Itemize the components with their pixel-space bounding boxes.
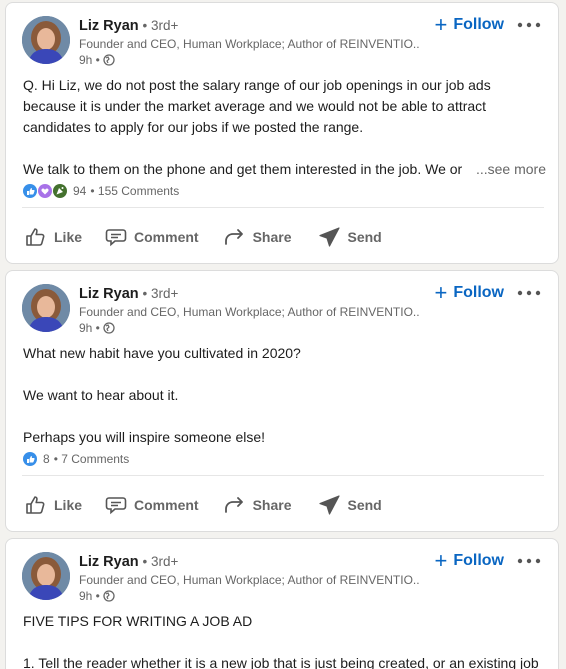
send-icon (318, 227, 340, 247)
post-header: Liz Ryan • 3rd+ Founder and CEO, Human W… (22, 12, 546, 68)
send-button[interactable]: Send (314, 222, 386, 252)
body-line (23, 632, 546, 653)
post-header: Liz Ryan • 3rd+ Founder and CEO, Human W… (22, 280, 546, 336)
author-name[interactable]: Liz Ryan (79, 554, 139, 570)
post-body: What new habit have you cultivated in 20… (23, 343, 546, 448)
more-options-icon[interactable] (516, 16, 542, 34)
share-icon (224, 229, 243, 245)
action-bar: Like Comment Share Send (20, 490, 544, 520)
body-line: What new habit have you cultivated in 20… (23, 345, 301, 361)
post-header: Liz Ryan • 3rd+ Founder and CEO, Human W… (22, 548, 546, 604)
globe-icon (103, 322, 115, 334)
globe-icon (103, 590, 115, 602)
body-line: candidates to apply for our jobs if we p… (23, 119, 364, 135)
post-body: FIVE TIPS FOR WRITING A JOB AD 1. Tell t… (23, 611, 546, 669)
body-line (23, 138, 546, 159)
comment-count[interactable]: • 155 Comments (90, 184, 179, 198)
post-card: Liz Ryan • 3rd+ Founder and CEO, Human W… (5, 538, 559, 669)
follow-button[interactable]: + Follow (434, 280, 504, 305)
support-icon (38, 184, 52, 198)
thumbs-up-icon (26, 496, 45, 514)
globe-icon (103, 54, 115, 66)
body-line: We want to hear about it. (23, 387, 179, 403)
post-card: Liz Ryan • 3rd+ Founder and CEO, Human W… (5, 270, 559, 532)
post-time: 9h • (79, 53, 100, 67)
like-icon (23, 452, 37, 466)
connection-degree: • 3rd+ (142, 286, 179, 301)
like-button[interactable]: Like (20, 222, 86, 252)
comment-count[interactable]: • 7 Comments (54, 452, 130, 466)
body-line: FIVE TIPS FOR WRITING A JOB AD (23, 613, 253, 629)
author-name[interactable]: Liz Ryan (79, 286, 139, 302)
comment-button[interactable]: Comment (100, 490, 203, 520)
connection-degree: • 3rd+ (142, 18, 179, 33)
body-line: 1. Tell the reader whether it is a new j… (23, 655, 539, 669)
comment-icon (105, 229, 127, 247)
author-headline: Founder and CEO, Human Workplace; Author… (79, 573, 419, 587)
divider (22, 475, 544, 476)
follow-button[interactable]: + Follow (434, 12, 504, 37)
plus-icon: + (434, 280, 448, 305)
share-button[interactable]: Share (219, 222, 296, 252)
plus-icon: + (434, 12, 448, 37)
author-name[interactable]: Liz Ryan (79, 18, 139, 34)
share-button[interactable]: Share (219, 490, 296, 520)
body-line: Q. Hi Liz, we do not post the salary ran… (23, 77, 491, 93)
share-icon (224, 497, 243, 513)
celebrate-icon (53, 184, 67, 198)
like-icon (23, 184, 37, 198)
follow-button[interactable]: + Follow (434, 548, 504, 573)
social-counts: 8 • 7 Comments (23, 448, 542, 470)
divider (22, 207, 544, 208)
body-line (23, 406, 546, 427)
body-line: Perhaps you will inspire someone else! (23, 429, 266, 445)
comment-icon (105, 497, 127, 515)
reaction-count[interactable]: 94 (73, 184, 86, 198)
send-icon (318, 495, 340, 515)
plus-icon: + (434, 548, 448, 573)
feed: Liz Ryan • 3rd+ Founder and CEO, Human W… (0, 0, 566, 669)
thumbs-up-icon (26, 228, 45, 246)
social-counts: 94 • 155 Comments (23, 180, 542, 202)
post-card: Liz Ryan • 3rd+ Founder and CEO, Human W… (5, 2, 559, 264)
connection-degree: • 3rd+ (142, 554, 179, 569)
comment-button[interactable]: Comment (100, 222, 203, 252)
reaction-count[interactable]: 8 (43, 452, 50, 466)
more-options-icon[interactable] (516, 552, 542, 570)
like-button[interactable]: Like (20, 490, 86, 520)
avatar[interactable] (22, 284, 70, 332)
send-button[interactable]: Send (314, 490, 386, 520)
post-time: 9h • (79, 321, 100, 335)
body-line: We talk to them on the phone and get the… (23, 161, 463, 177)
post-body: Q. Hi Liz, we do not post the salary ran… (23, 75, 546, 180)
action-bar: Like Comment Share Send (20, 222, 544, 252)
see-more-link[interactable]: ...see more (476, 159, 546, 180)
avatar[interactable] (22, 16, 70, 64)
body-line (23, 364, 546, 385)
avatar[interactable] (22, 552, 70, 600)
author-headline: Founder and CEO, Human Workplace; Author… (79, 37, 419, 51)
author-headline: Founder and CEO, Human Workplace; Author… (79, 305, 419, 319)
body-line: because it is under the market average a… (23, 98, 487, 114)
more-options-icon[interactable] (516, 284, 542, 302)
post-time: 9h • (79, 589, 100, 603)
